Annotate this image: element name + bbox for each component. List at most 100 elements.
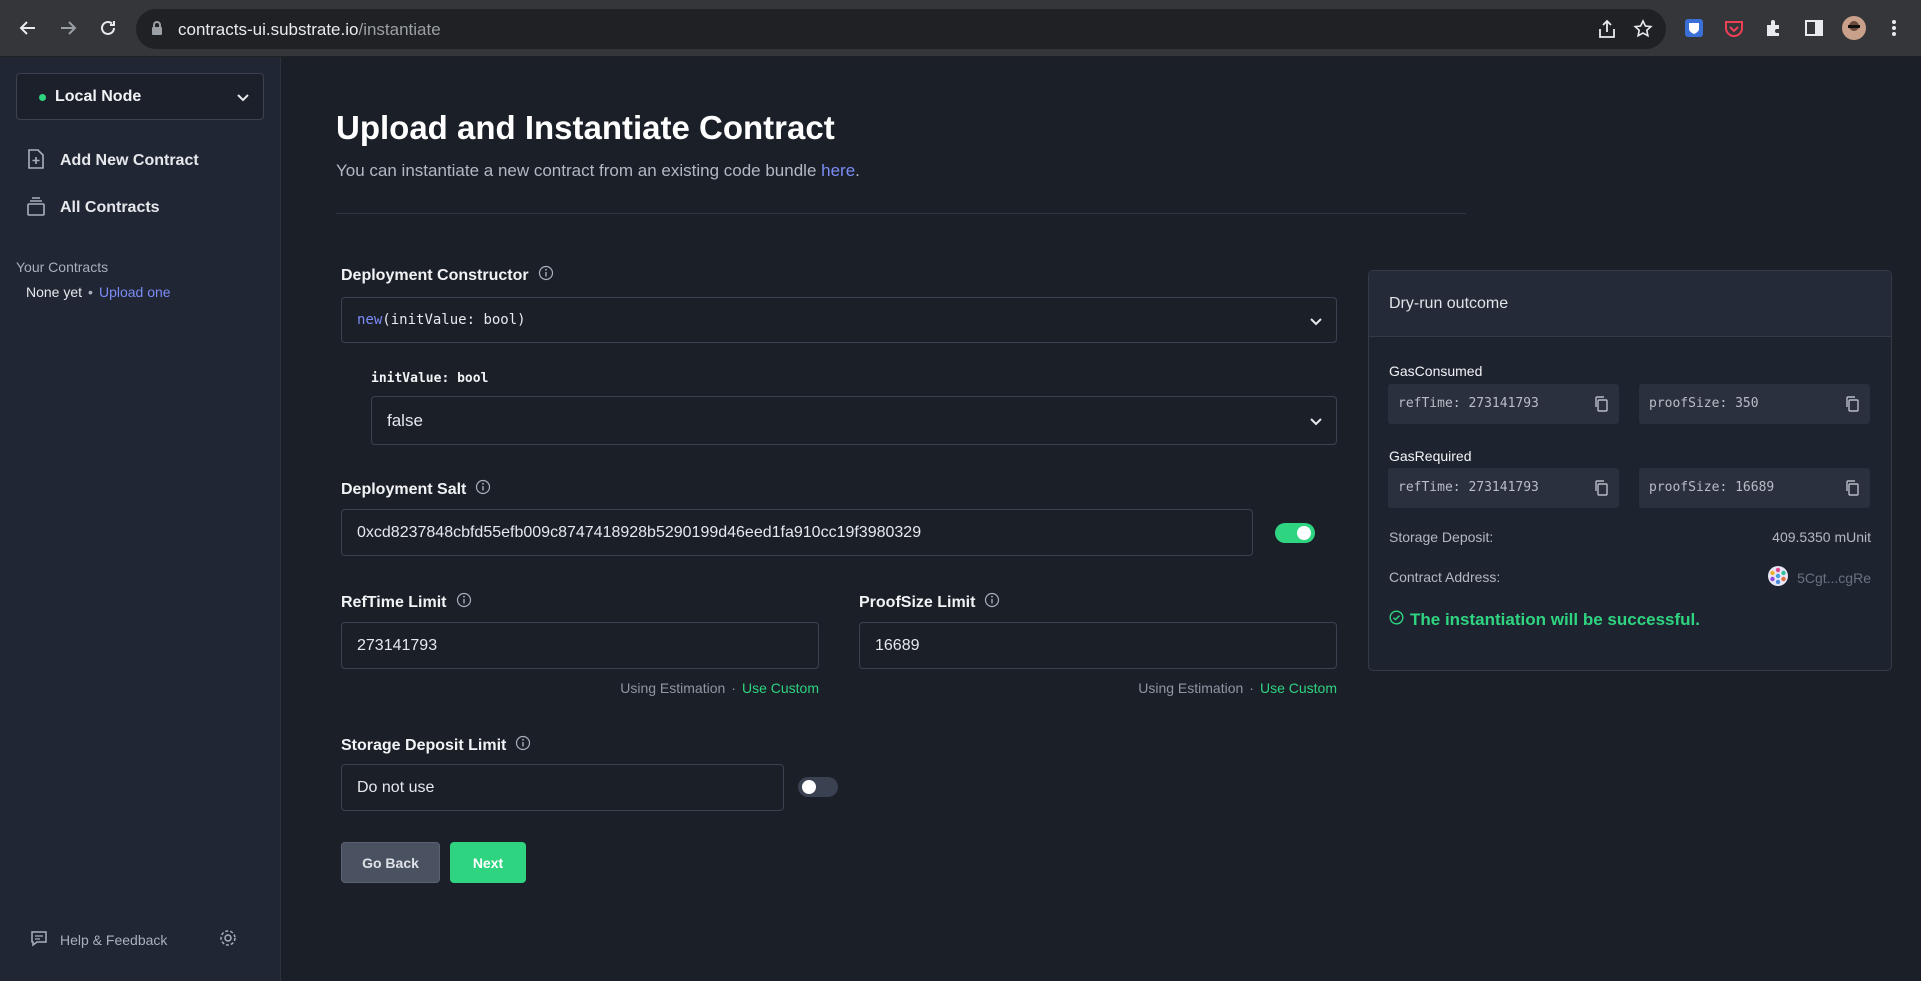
go-back-button[interactable]: Go Back <box>341 842 440 883</box>
node-selector[interactable]: Local Node <box>16 73 264 120</box>
no-contracts-message: None yet • Upload one <box>26 284 171 300</box>
proofsize-input[interactable]: 16689 <box>859 622 1337 669</box>
dry-run-panel: Dry-run outcome GasConsumed refTime: 273… <box>1368 270 1892 671</box>
address-bar[interactable]: contracts-ui.substrate.io/instantiate <box>136 9 1666 49</box>
constructor-fn: new <box>357 312 383 328</box>
dry-run-title: Dry-run outcome <box>1389 295 1509 312</box>
salt-value: 0xcd8237848cbfd55efb009c8747418928b52901… <box>357 524 922 541</box>
salt-label-text: Deployment Salt <box>341 480 467 498</box>
here-link[interactable]: here <box>821 161 855 180</box>
your-contracts-heading: Your Contracts <box>16 259 109 275</box>
help-feedback-link[interactable]: Help & Feedback <box>30 929 167 950</box>
reftime-input[interactable]: 273141793 <box>341 622 819 669</box>
reftime-use-custom-link[interactable]: Use Custom <box>742 680 819 696</box>
help-feedback-label: Help & Feedback <box>60 931 168 948</box>
browser-toolbar: contracts-ui.substrate.io/instantiate <box>0 0 1921 57</box>
page-subtitle: You can instantiate a new contract from … <box>336 161 860 180</box>
storage-deposit-result-label: Storage Deposit: <box>1389 529 1494 545</box>
divider <box>336 213 1466 214</box>
share-icon[interactable] <box>1596 18 1618 45</box>
gas-consumed-proofsize: proofSize: 350 <box>1639 384 1870 424</box>
sidebar-item-label: All Contracts <box>60 199 160 216</box>
success-text: The instantiation will be successful. <box>1410 610 1701 629</box>
proofsize-label-text: ProofSize Limit <box>859 593 976 611</box>
gear-icon[interactable] <box>219 929 237 952</box>
info-icon[interactable] <box>456 592 472 613</box>
storage-deposit-label-text: Storage Deposit Limit <box>341 736 507 754</box>
storage-deposit-toggle[interactable] <box>798 777 838 797</box>
forward-icon[interactable] <box>54 14 82 42</box>
gas-required-proofsize-value: proofSize: 16689 <box>1649 480 1775 495</box>
chevron-down-icon <box>1308 313 1324 334</box>
info-icon[interactable] <box>984 592 1000 613</box>
bookmark-star-icon[interactable] <box>1632 18 1654 45</box>
constructor-value: new(initValue: bool) <box>357 312 526 328</box>
next-button[interactable]: Next <box>450 842 526 883</box>
gas-consumed-label: GasConsumed <box>1389 363 1483 379</box>
gas-required-reftime: refTime: 273141793 <box>1388 468 1619 508</box>
sidebar-item-label: Add New Contract <box>60 152 199 169</box>
salt-toggle[interactable] <box>1275 523 1315 543</box>
sidebar-item-add-new-contract[interactable]: Add New Contract <box>26 148 199 174</box>
salt-label: Deployment Salt <box>341 479 491 500</box>
profile-avatar[interactable] <box>1840 14 1868 42</box>
contract-address-value: 5Cgt...cgRe <box>1797 569 1871 586</box>
main-content: Upload and Instantiate Contract You can … <box>282 57 1921 981</box>
node-name: Local Node <box>55 88 142 105</box>
info-icon[interactable] <box>538 265 554 286</box>
init-value-select[interactable]: false <box>371 396 1337 445</box>
url-text: contracts-ui.substrate.io/instantiate <box>178 20 441 39</box>
reftime-placeholder: 273141793 <box>357 637 438 654</box>
storage-deposit-input[interactable]: Do not use <box>341 764 784 811</box>
salt-input[interactable]: 0xcd8237848cbfd55efb009c8747418928b52901… <box>341 509 1253 556</box>
proofsize-label: ProofSize Limit <box>859 592 1000 613</box>
storage-deposit-placeholder: Do not use <box>357 779 435 796</box>
page-title: Upload and Instantiate Contract <box>336 109 835 146</box>
success-message: The instantiation will be successful. <box>1389 610 1700 630</box>
contract-address-label: Contract Address: <box>1389 569 1501 585</box>
constructor-args: (initValue: bool) <box>382 312 526 328</box>
dry-run-header: Dry-run outcome <box>1369 271 1891 337</box>
upload-one-link[interactable]: Upload one <box>99 284 171 300</box>
chevron-down-icon <box>235 89 251 110</box>
info-icon[interactable] <box>475 479 491 500</box>
using-estimation-text: Using Estimation <box>620 680 726 696</box>
bitwarden-extension-icon[interactable] <box>1680 14 1708 42</box>
copy-icon[interactable] <box>1593 479 1609 502</box>
gas-required-reftime-value: refTime: 273141793 <box>1398 480 1539 495</box>
stack-icon <box>26 195 46 222</box>
identicon <box>1767 565 1789 590</box>
none-yet-text: None yet <box>26 284 83 300</box>
proofsize-hint: Using Estimation · Use Custom <box>1138 680 1337 696</box>
copy-icon[interactable] <box>1593 395 1609 418</box>
sidebar: Local Node Add New Contract All Contract… <box>0 57 281 981</box>
reftime-hint: Using Estimation · Use Custom <box>620 680 819 696</box>
gas-required-proofsize: proofSize: 16689 <box>1639 468 1870 508</box>
info-icon[interactable] <box>515 735 531 756</box>
gas-consumed-proofsize-value: proofSize: 350 <box>1649 396 1759 411</box>
connection-status-dot <box>39 94 46 101</box>
pocket-extension-icon[interactable] <box>1720 14 1748 42</box>
back-icon[interactable] <box>14 14 42 42</box>
lock-icon <box>150 20 164 41</box>
copy-icon[interactable] <box>1844 479 1860 502</box>
side-panel-icon[interactable] <box>1800 14 1828 42</box>
contract-address-row: 5Cgt...cgRe <box>1767 565 1871 590</box>
init-value-label: initValue: bool <box>371 371 489 386</box>
copy-icon[interactable] <box>1844 395 1860 418</box>
gas-consumed-reftime-value: refTime: 273141793 <box>1398 396 1539 411</box>
extensions-puzzle-icon[interactable] <box>1760 14 1788 42</box>
gas-required-label: GasRequired <box>1389 448 1472 464</box>
sidebar-item-all-contracts[interactable]: All Contracts <box>26 195 160 221</box>
gas-consumed-reftime: refTime: 273141793 <box>1388 384 1619 424</box>
storage-deposit-result-value: 409.5350 mUnit <box>1772 529 1871 545</box>
using-estimation-text: Using Estimation <box>1138 680 1244 696</box>
reload-icon[interactable] <box>94 14 122 42</box>
proofsize-use-custom-link[interactable]: Use Custom <box>1260 680 1337 696</box>
chat-bubble-icon <box>30 929 48 950</box>
constructor-select[interactable]: new(initValue: bool) <box>341 297 1337 343</box>
check-circle-icon <box>1389 610 1404 630</box>
constructor-label: Deployment Constructor <box>341 265 554 286</box>
subtitle-text: You can instantiate a new contract from … <box>336 161 817 180</box>
browser-menu-icon[interactable] <box>1880 14 1908 42</box>
